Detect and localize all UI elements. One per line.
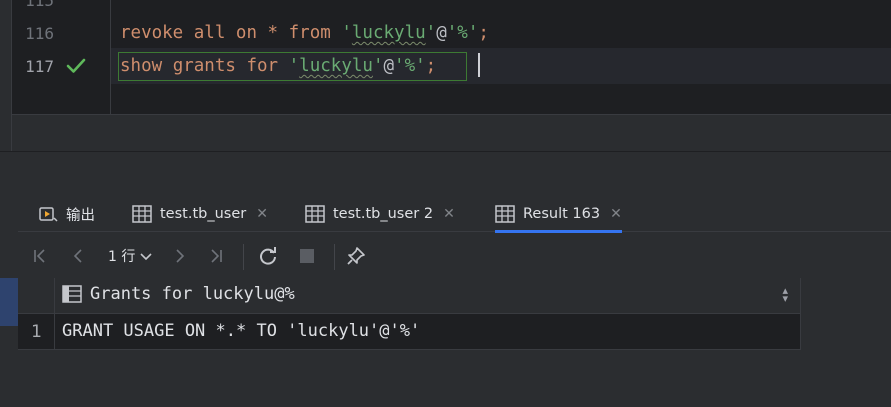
close-icon[interactable]: ✕ bbox=[256, 206, 268, 222]
sql-wildcard: * bbox=[267, 23, 279, 43]
left-tool-strip bbox=[0, 0, 12, 152]
row-number: 1 bbox=[31, 322, 42, 342]
sql-keyword: revoke bbox=[120, 23, 184, 43]
column-header-label: Grants for luckylu@% bbox=[90, 284, 295, 304]
row-selection-indicator bbox=[0, 278, 18, 326]
close-icon[interactable]: ✕ bbox=[443, 206, 455, 222]
prev-page-icon[interactable] bbox=[68, 246, 88, 266]
table-icon bbox=[132, 205, 152, 223]
next-page-icon[interactable] bbox=[170, 246, 190, 266]
sql-quote: ' bbox=[425, 23, 437, 43]
sort-icon[interactable]: ▴ ▾ bbox=[782, 285, 788, 304]
chevron-down-icon bbox=[140, 253, 152, 261]
toolbar-separator bbox=[243, 244, 244, 270]
table-icon bbox=[305, 205, 325, 223]
grid-header: Grants for luckylu@% ▴ ▾ bbox=[18, 278, 800, 314]
tab-label: test.tb_user bbox=[160, 206, 247, 222]
panel-splitter[interactable] bbox=[0, 151, 891, 152]
refresh-icon[interactable] bbox=[258, 246, 278, 266]
stop-icon[interactable] bbox=[297, 246, 317, 266]
row-count-selector[interactable]: 1 行 bbox=[108, 246, 152, 266]
tab-label: test.tb_user 2 bbox=[333, 206, 434, 222]
pin-icon[interactable] bbox=[346, 246, 366, 266]
check-icon bbox=[66, 58, 86, 73]
sql-semicolon: ; bbox=[478, 23, 489, 43]
table-row[interactable]: 1 GRANT USAGE ON *.* TO 'luckylu'@'%' bbox=[18, 314, 800, 350]
tab-output[interactable]: 输出 bbox=[38, 196, 95, 232]
text-caret bbox=[478, 53, 480, 77]
results-tab-bar: 输出 test.tb_user ✕ test.tb_user 2 ✕ Resul… bbox=[18, 196, 891, 233]
editor-gutter: 115 116 117 bbox=[0, 0, 110, 114]
tab-test-tb-user[interactable]: test.tb_user ✕ bbox=[132, 196, 268, 232]
tab-result-163[interactable]: Result 163 ✕ bbox=[495, 196, 622, 233]
code-line-116[interactable]: revoke all on * from 'luckylu'@'%'; bbox=[120, 22, 489, 44]
tab-label: 输出 bbox=[66, 207, 95, 224]
column-header[interactable]: Grants for luckylu@% bbox=[62, 284, 295, 304]
sql-string-user: luckylu bbox=[351, 23, 426, 43]
result-grid[interactable]: Grants for luckylu@% ▴ ▾ 1 GRANT USAGE ON… bbox=[18, 278, 800, 350]
last-page-icon[interactable] bbox=[206, 246, 226, 266]
grid-empty-area bbox=[18, 350, 801, 407]
code-editor[interactable]: 115 116 117 revoke all on * from 'luckyl… bbox=[0, 0, 891, 114]
sql-keyword: from bbox=[288, 23, 331, 43]
grid-empty-area bbox=[801, 278, 891, 407]
gutter-separator bbox=[110, 0, 111, 114]
tab-test-tb-user-2[interactable]: test.tb_user 2 ✕ bbox=[305, 196, 455, 232]
editor-horizontal-scroll[interactable] bbox=[12, 114, 891, 150]
sql-quote: ' bbox=[341, 23, 352, 43]
results-toolbar: 1 行 bbox=[18, 236, 891, 276]
first-page-icon[interactable] bbox=[30, 246, 50, 266]
statement-highlight bbox=[118, 52, 467, 81]
sql-keyword: all bbox=[193, 23, 226, 43]
sql-at: @ bbox=[436, 23, 447, 43]
toolbar-separator bbox=[334, 244, 335, 270]
row-count-label: 1 行 bbox=[108, 249, 136, 265]
tab-label: Result 163 bbox=[523, 206, 601, 222]
table-icon bbox=[495, 205, 515, 223]
close-icon[interactable]: ✕ bbox=[610, 206, 622, 222]
output-icon bbox=[39, 207, 58, 222]
sql-string-host: '%' bbox=[446, 23, 479, 43]
sql-keyword: on bbox=[235, 23, 257, 43]
grid-cell[interactable]: GRANT USAGE ON *.* TO 'luckylu'@'%' bbox=[62, 321, 420, 341]
column-icon bbox=[62, 285, 82, 303]
